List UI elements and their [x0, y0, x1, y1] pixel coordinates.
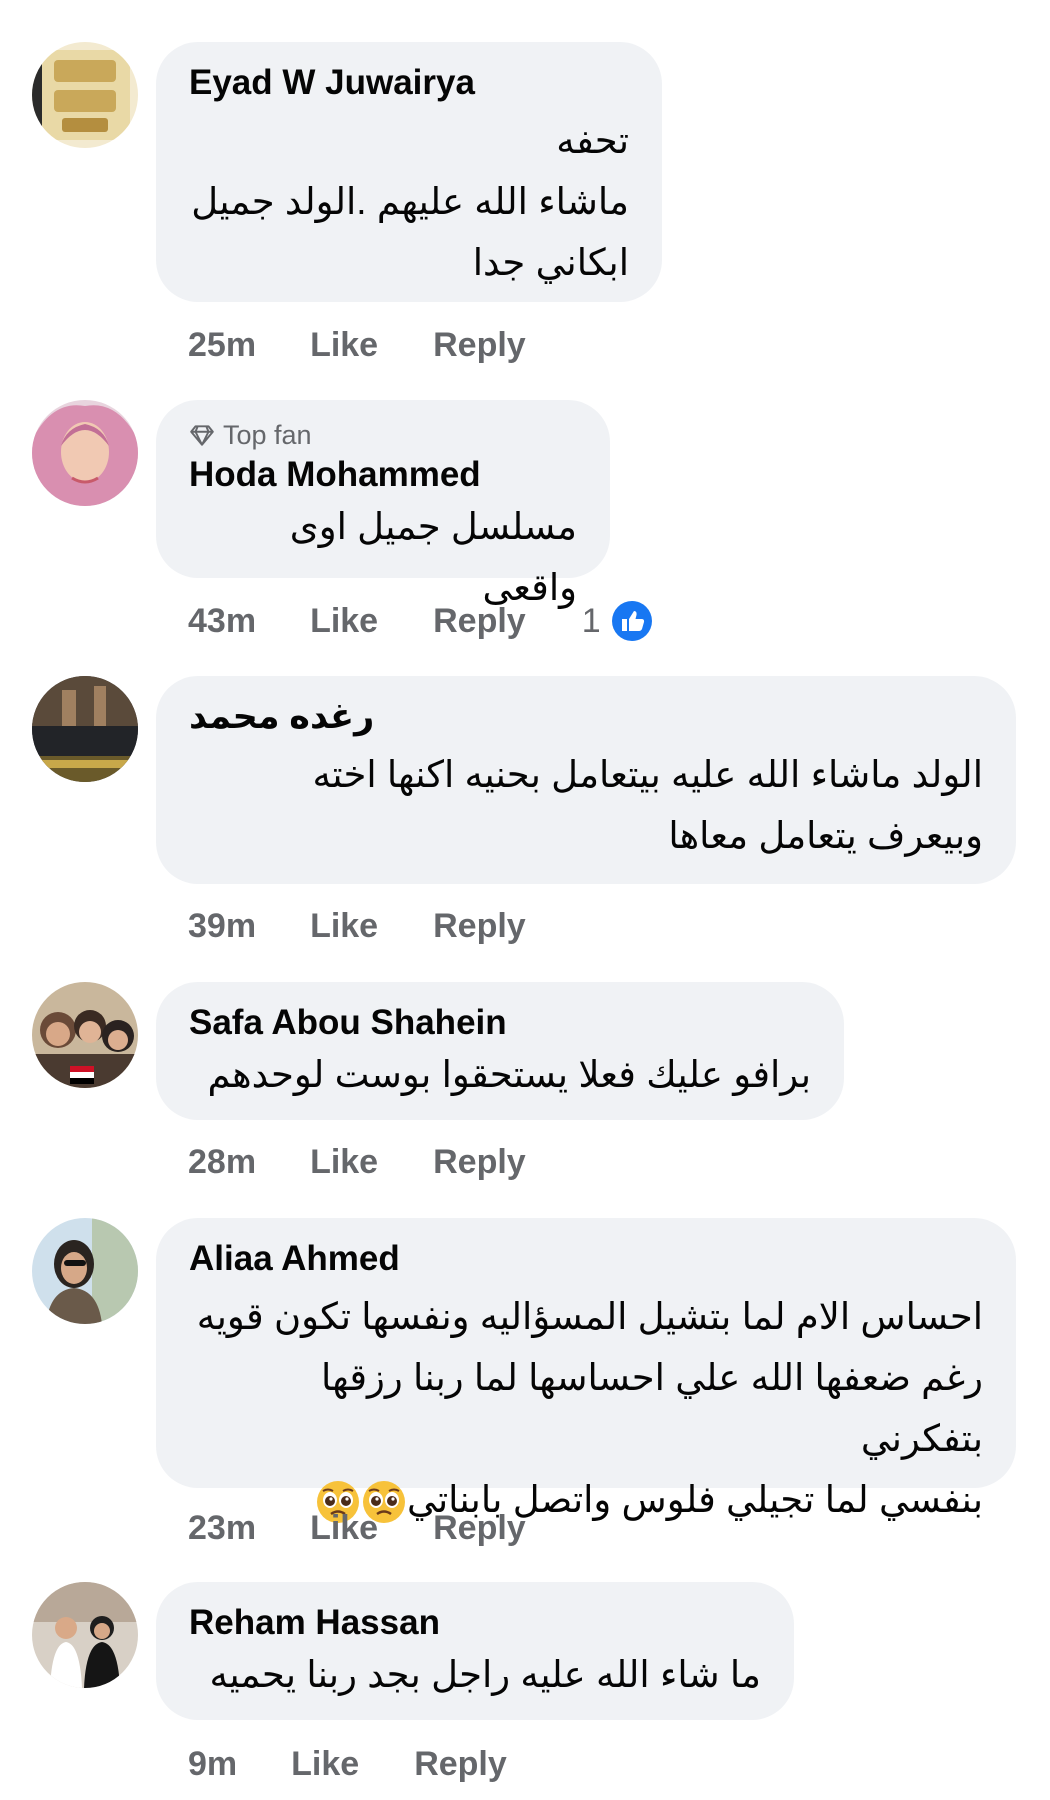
- reaction-count: 1: [581, 602, 601, 640]
- reply-button[interactable]: Reply: [433, 1508, 526, 1548]
- comment-text: برافو عليك فعلا يستحقوا بوست لوحدهم: [207, 1054, 811, 1095]
- like-button[interactable]: Like: [310, 601, 378, 641]
- avatar[interactable]: [32, 676, 138, 782]
- comment-time[interactable]: 28m: [188, 1142, 256, 1182]
- comment-actions: 39m Like Reply: [188, 906, 526, 946]
- top-fan-badge: Top fan: [189, 418, 577, 452]
- author-name[interactable]: Safa Abou Shahein: [189, 1002, 811, 1044]
- comment-actions: 43m Like Reply 1: [188, 600, 653, 642]
- comment-time[interactable]: 9m: [188, 1744, 237, 1784]
- reply-button[interactable]: Reply: [433, 601, 526, 641]
- reaction-summary[interactable]: 1: [582, 600, 653, 642]
- comment-text-line: احساس الام لما بتشيل المسؤاليه ونفسها تك…: [196, 1296, 983, 1337]
- comment-actions: 9m Like Reply: [188, 1744, 507, 1784]
- like-button[interactable]: Like: [310, 1508, 378, 1548]
- comment-actions: 25m Like Reply: [188, 325, 526, 365]
- avatar[interactable]: [32, 1582, 138, 1688]
- comment-bubble: Eyad W Juwairya تحفه ماشاء الله عليهم .ا…: [156, 42, 662, 302]
- author-name[interactable]: رغده محمد: [189, 696, 983, 738]
- comment-text-line: رغم ضعفها الله علي احساسها لما ربنا رزقه…: [321, 1357, 983, 1459]
- badge-label: Top fan: [223, 420, 312, 450]
- comment-bubble: Safa Abou Shahein برافو عليك فعلا يستحقو…: [156, 982, 844, 1120]
- like-button[interactable]: Like: [310, 1142, 378, 1182]
- comment-text: الولد ماشاء الله عليه بيتعامل بحنيه اكنه…: [312, 754, 983, 856]
- author-name[interactable]: Aliaa Ahmed: [189, 1238, 983, 1280]
- comment-text: احساس الام لما بتشيل المسؤاليه ونفسها تك…: [189, 1286, 983, 1530]
- avatar[interactable]: [32, 1218, 138, 1324]
- comment-time[interactable]: 39m: [188, 906, 256, 946]
- comment-time[interactable]: 25m: [188, 325, 256, 365]
- avatar[interactable]: [32, 982, 138, 1088]
- comment-text: ما شاء الله عليه راجل بجد ربنا يحميه: [209, 1654, 761, 1695]
- reply-button[interactable]: Reply: [414, 1744, 507, 1784]
- reply-button[interactable]: Reply: [433, 325, 526, 365]
- author-name[interactable]: Eyad W Juwairya: [189, 62, 629, 104]
- comment-bubble: Reham Hassan ما شاء الله عليه راجل بجد ر…: [156, 1582, 794, 1720]
- like-button[interactable]: Like: [310, 906, 378, 946]
- comment-time[interactable]: 43m: [188, 601, 256, 641]
- like-button[interactable]: Like: [310, 325, 378, 365]
- reply-button[interactable]: Reply: [433, 1142, 526, 1182]
- diamond-icon: [190, 425, 214, 446]
- thumbs-up-icon: [611, 601, 652, 641]
- comment-actions: 23m Like Reply: [188, 1508, 526, 1548]
- comment-bubble: Top fan Hoda Mohammed مسلسل جميل اوى واق…: [156, 400, 610, 608]
- author-name[interactable]: Hoda Mohammed: [189, 454, 577, 496]
- comment-bubble: Aliaa Ahmed احساس الام لما بتشيل المسؤال…: [156, 1218, 1016, 1524]
- comment-time[interactable]: 23m: [188, 1508, 256, 1548]
- comment-text: تحفه ماشاء الله عليهم .الولد جميل ابكاني…: [191, 120, 629, 283]
- avatar[interactable]: [32, 42, 138, 148]
- comment-actions: 28m Like Reply: [188, 1142, 526, 1182]
- avatar[interactable]: [32, 400, 138, 506]
- comment-bubble: رغده محمد الولد ماشاء الله عليه بيتعامل …: [156, 676, 1016, 884]
- reply-button[interactable]: Reply: [433, 906, 526, 946]
- author-name[interactable]: Reham Hassan: [189, 1602, 761, 1644]
- like-button[interactable]: Like: [291, 1744, 359, 1784]
